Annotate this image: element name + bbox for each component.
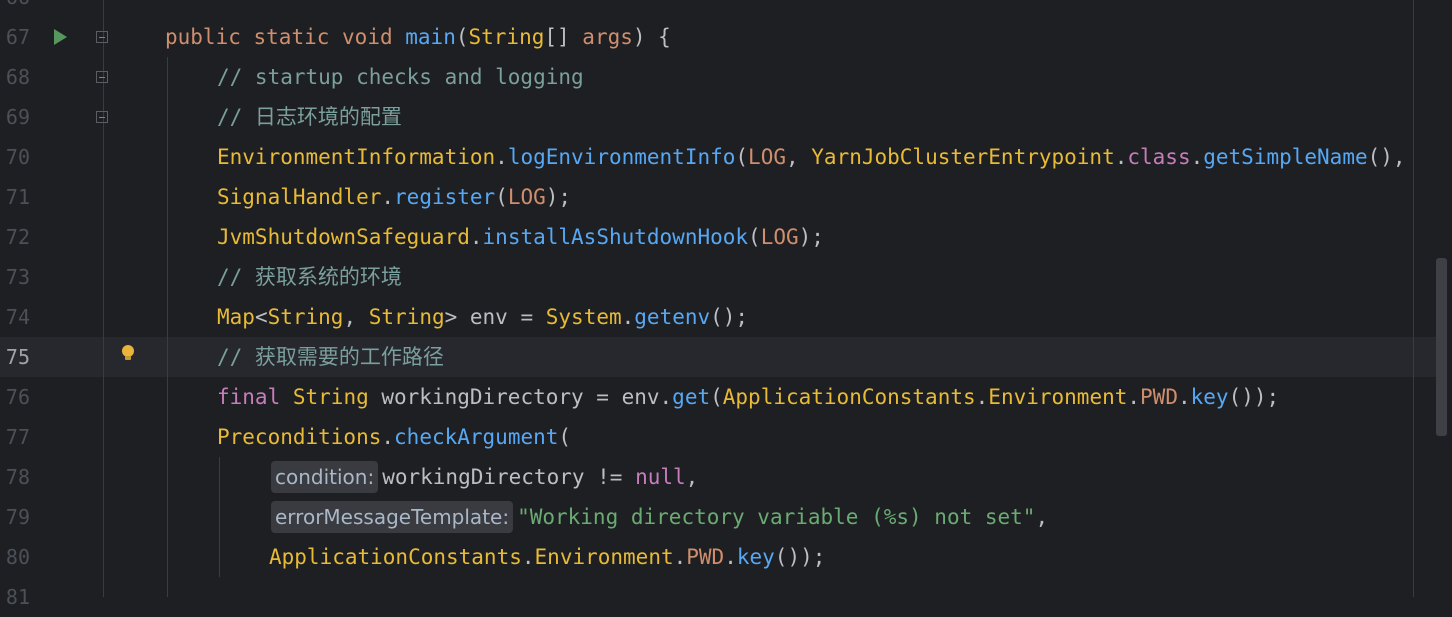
line-number: 81 [5, 585, 30, 609]
code-text: JvmShutdownSafeguard.installAsShutdownHo… [217, 225, 824, 249]
line-number: 77 [5, 425, 30, 449]
parameter-hint: condition: [271, 461, 379, 493]
code-line-current[interactable]: 75 // 获取需要的工作路径 [0, 337, 1436, 377]
code-text: public static void main(String[] args) { [165, 25, 671, 49]
code-line[interactable]: 74 Map<String, String> env = System.gete… [0, 297, 1436, 337]
line-number: 76 [5, 385, 30, 409]
code-line[interactable]: 73 // 获取系统的环境 [0, 257, 1436, 297]
code-editor[interactable]: 66 67 public static void main(String[] a… [0, 0, 1452, 609]
comment-text: // 获取需要的工作路径 [217, 345, 444, 369]
code-text: EnvironmentInformation.logEnvironmentInf… [217, 145, 1406, 169]
code-text: errorMessageTemplate: "Working directory … [271, 497, 1048, 537]
line-number: 80 [5, 545, 30, 569]
line-number: 72 [5, 225, 30, 249]
code-line[interactable]: 69 // 日志环境的配置 [0, 97, 1436, 137]
line-number: 74 [5, 305, 30, 329]
code-text: ApplicationConstants.Environment.PWD.key… [269, 545, 826, 569]
comment-text: // 日志环境的配置 [217, 105, 402, 129]
line-number: 66 [0, 0, 30, 17]
code-text: final String workingDirectory = env.get(… [217, 385, 1280, 409]
code-line[interactable]: 77 Preconditions.checkArgument( [0, 417, 1436, 457]
code-line[interactable]: 72 JvmShutdownSafeguard.installAsShutdow… [0, 217, 1436, 257]
code-line[interactable]: 71 SignalHandler.register(LOG); [0, 177, 1436, 217]
line-number: 69 [5, 105, 30, 129]
code-line[interactable]: 68 // startup checks and logging [0, 57, 1436, 97]
code-text: Map<String, String> env = System.getenv(… [217, 305, 749, 329]
code-text: SignalHandler.register(LOG); [217, 185, 572, 209]
line-number: 67 [5, 25, 30, 49]
code-line[interactable]: 78 condition: workingDirectory != null, [0, 457, 1436, 497]
line-number: 78 [5, 465, 30, 489]
line-number: 68 [5, 65, 30, 89]
line-number: 70 [5, 145, 30, 169]
line-number: 75 [5, 345, 30, 369]
parameter-hint: errorMessageTemplate: [271, 501, 514, 533]
code-line[interactable]: 66 [0, 0, 1436, 17]
code-line[interactable]: 76 final String workingDirectory = env.g… [0, 377, 1436, 417]
line-number: 73 [5, 265, 30, 289]
comment-text: // startup checks and logging [217, 65, 584, 89]
code-line[interactable]: 70 EnvironmentInformation.logEnvironment… [0, 137, 1436, 177]
code-line[interactable]: 80 ApplicationConstants.Environment.PWD.… [0, 537, 1436, 577]
code-line[interactable]: 67 public static void main(String[] args… [0, 17, 1436, 57]
line-number: 71 [5, 185, 30, 209]
code-line[interactable]: 81 [0, 577, 1436, 617]
code-text: Preconditions.checkArgument( [217, 425, 572, 449]
comment-text: // 获取系统的环境 [217, 265, 402, 289]
code-line[interactable]: 79 errorMessageTemplate: "Working directo… [0, 497, 1436, 537]
vertical-scrollbar-thumb[interactable] [1436, 258, 1447, 436]
line-number: 79 [5, 505, 30, 529]
code-text: condition: workingDirectory != null, [271, 457, 698, 497]
